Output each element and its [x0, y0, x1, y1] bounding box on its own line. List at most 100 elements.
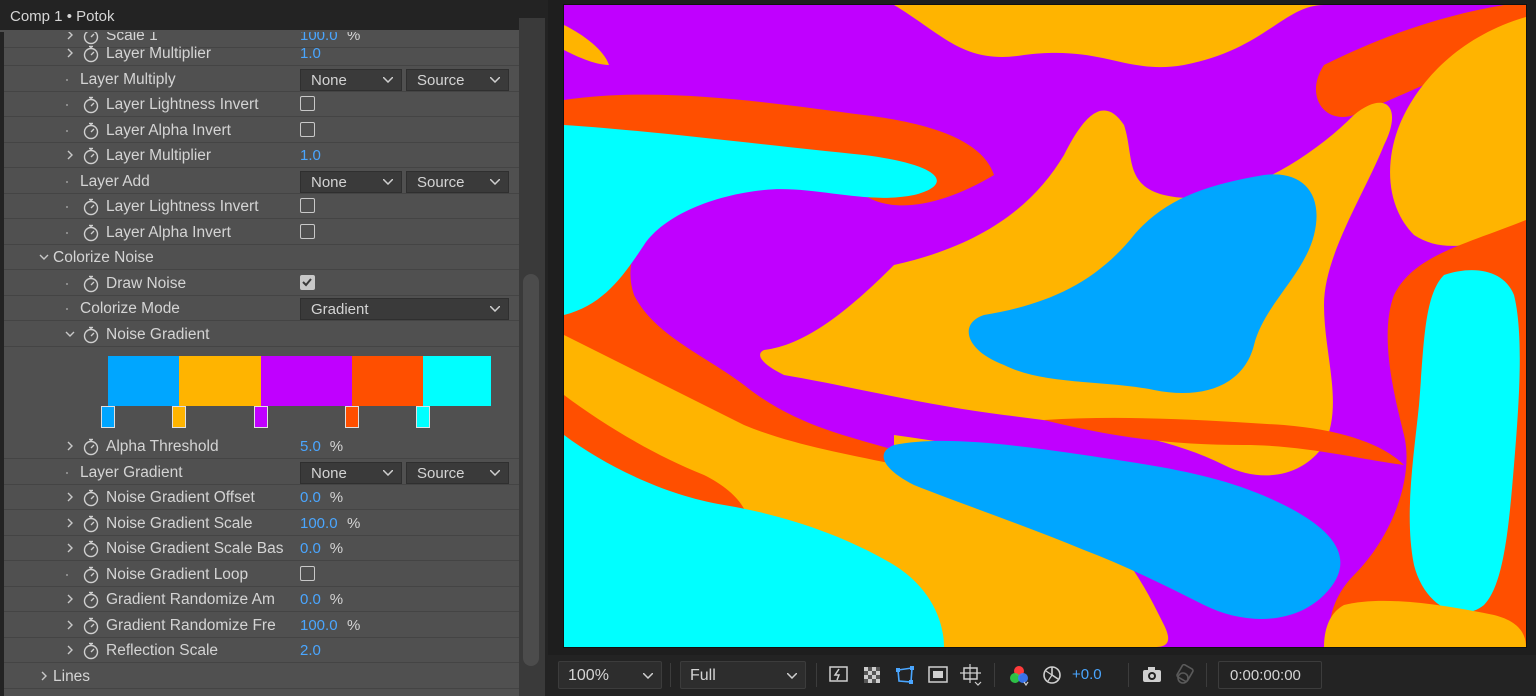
- layer-dropdown[interactable]: None: [300, 171, 402, 193]
- stopwatch-icon[interactable]: [82, 45, 100, 63]
- composition-canvas[interactable]: [563, 4, 1527, 648]
- property-row: Layer Alpha Invert: [4, 221, 519, 245]
- property-checkbox[interactable]: [300, 275, 315, 290]
- property-label: Layer Multiplier: [106, 147, 212, 164]
- stopwatch-icon[interactable]: [82, 566, 100, 584]
- stopwatch-icon[interactable]: [82, 617, 100, 635]
- property-row: Colorize Noise: [4, 246, 519, 270]
- stopwatch-icon[interactable]: [82, 540, 100, 558]
- chevron-right-icon[interactable]: [64, 593, 76, 605]
- chevron-right-icon[interactable]: [64, 491, 76, 503]
- toolbar-separator: [994, 663, 995, 687]
- property-label: Reflection Scale: [106, 642, 219, 659]
- stopwatch-icon[interactable]: [82, 224, 100, 242]
- gradient-stop-handle[interactable]: [416, 406, 431, 428]
- property-label: Colorize Mode: [80, 300, 180, 317]
- layer-dropdown[interactable]: None: [300, 69, 402, 91]
- property-label: Noise Gradient Offset: [106, 489, 255, 506]
- noise-gradient-editor[interactable]: [4, 354, 519, 450]
- property-label: Noise Gradient Scale Bas: [106, 540, 284, 557]
- property-value[interactable]: 0.0: [300, 591, 321, 608]
- unit-label: %: [347, 515, 361, 532]
- property-value[interactable]: 0.0: [300, 540, 321, 557]
- property-row: Layer Multiplier 1.0: [4, 42, 519, 66]
- stopwatch-icon[interactable]: [82, 147, 100, 165]
- property-row: Layer Lightness Invert: [4, 195, 519, 219]
- group-label: Lines: [53, 668, 91, 685]
- property-label: Layer Alpha Invert: [106, 224, 231, 241]
- property-label: Layer Alpha Invert: [106, 122, 231, 139]
- chevron-down-icon: [383, 470, 393, 476]
- bullet-dot: [66, 79, 68, 81]
- bullet-dot: [66, 181, 68, 183]
- resolution-dropdown[interactable]: Full: [680, 661, 806, 689]
- property-value[interactable]: 100.0: [300, 515, 338, 532]
- stopwatch-icon[interactable]: [82, 515, 100, 533]
- chevron-right-icon[interactable]: [38, 670, 50, 682]
- chevron-down-icon[interactable]: [38, 251, 50, 263]
- magnification-value: 100%: [568, 667, 609, 684]
- property-value[interactable]: 0.0: [300, 489, 321, 506]
- gradient-stop-handle[interactable]: [101, 406, 115, 428]
- gradient-stop-handle[interactable]: [172, 406, 187, 428]
- show-snapshot-icon[interactable]: [1174, 663, 1196, 686]
- channels-icon[interactable]: [1008, 664, 1030, 687]
- property-value[interactable]: 1.0: [300, 147, 321, 164]
- chevron-down-icon: [490, 179, 500, 185]
- property-label: Noise Gradient Scale: [106, 515, 253, 532]
- gradient-stop-handle[interactable]: [253, 406, 268, 428]
- stopwatch-icon[interactable]: [82, 591, 100, 609]
- layer-dropdown[interactable]: None: [300, 462, 402, 484]
- source-dropdown[interactable]: Source: [406, 69, 509, 91]
- stopwatch-icon[interactable]: [82, 642, 100, 660]
- source-dropdown[interactable]: Source: [406, 171, 509, 193]
- stopwatch-icon[interactable]: [82, 198, 100, 216]
- chevron-right-icon[interactable]: [64, 47, 76, 59]
- property-value[interactable]: 1.0: [300, 45, 321, 62]
- panel-title: Comp 1 • Potok: [10, 8, 115, 25]
- effect-controls-panel: Scale 1 100.0% Layer Multiplier 1.0 Layer Mu…: [0, 0, 545, 696]
- exposure-value[interactable]: +0.0: [1072, 666, 1102, 683]
- property-value[interactable]: 2.0: [300, 642, 321, 659]
- scrollbar[interactable]: [519, 18, 545, 696]
- property-label: Layer Gradient: [80, 464, 183, 481]
- property-checkbox[interactable]: [300, 122, 315, 137]
- chevron-down-icon: [787, 673, 797, 679]
- stopwatch-icon[interactable]: [82, 122, 100, 140]
- stopwatch-icon[interactable]: [82, 489, 100, 507]
- mask-path-visibility-icon[interactable]: [894, 664, 916, 686]
- dropdown-value: Source: [417, 174, 465, 191]
- property-checkbox[interactable]: [300, 96, 315, 111]
- stopwatch-icon[interactable]: [82, 275, 100, 293]
- snapshot-icon[interactable]: [1141, 664, 1163, 686]
- stopwatch-icon[interactable]: [82, 326, 100, 344]
- property-value[interactable]: 100.0: [300, 617, 338, 634]
- property-label: Layer Lightness Invert: [106, 96, 259, 113]
- current-time-display[interactable]: 0:00:00:00: [1218, 661, 1322, 689]
- property-checkbox[interactable]: [300, 198, 315, 213]
- scrollbar-thumb[interactable]: [523, 274, 539, 666]
- fast-previews-icon[interactable]: [828, 664, 850, 686]
- chevron-right-icon[interactable]: [64, 149, 76, 161]
- transparency-grid-icon[interactable]: [861, 664, 883, 686]
- property-checkbox[interactable]: [300, 224, 315, 239]
- grid-guides-icon[interactable]: [960, 664, 982, 686]
- chevron-right-icon[interactable]: [64, 517, 76, 529]
- chevron-right-icon[interactable]: [64, 644, 76, 656]
- reset-exposure-icon[interactable]: [1041, 664, 1063, 686]
- property-label: Noise Gradient: [106, 326, 210, 343]
- gradient-stop-handle[interactable]: [344, 406, 359, 428]
- chevron-down-icon[interactable]: [64, 328, 76, 340]
- colorize-mode-dropdown[interactable]: Gradient: [300, 298, 509, 320]
- bullet-dot: [66, 472, 68, 474]
- chevron-right-icon[interactable]: [64, 542, 76, 554]
- stopwatch-icon[interactable]: [82, 96, 100, 114]
- property-row: Layer Alpha Invert: [4, 119, 519, 143]
- property-checkbox[interactable]: [300, 566, 315, 581]
- chevron-right-icon[interactable]: [64, 619, 76, 631]
- region-of-interest-icon[interactable]: [927, 664, 949, 686]
- source-dropdown[interactable]: Source: [406, 462, 509, 484]
- magnification-dropdown[interactable]: 100%: [558, 661, 662, 689]
- toolbar-separator: [670, 663, 671, 687]
- bullet-dot: [66, 308, 68, 310]
